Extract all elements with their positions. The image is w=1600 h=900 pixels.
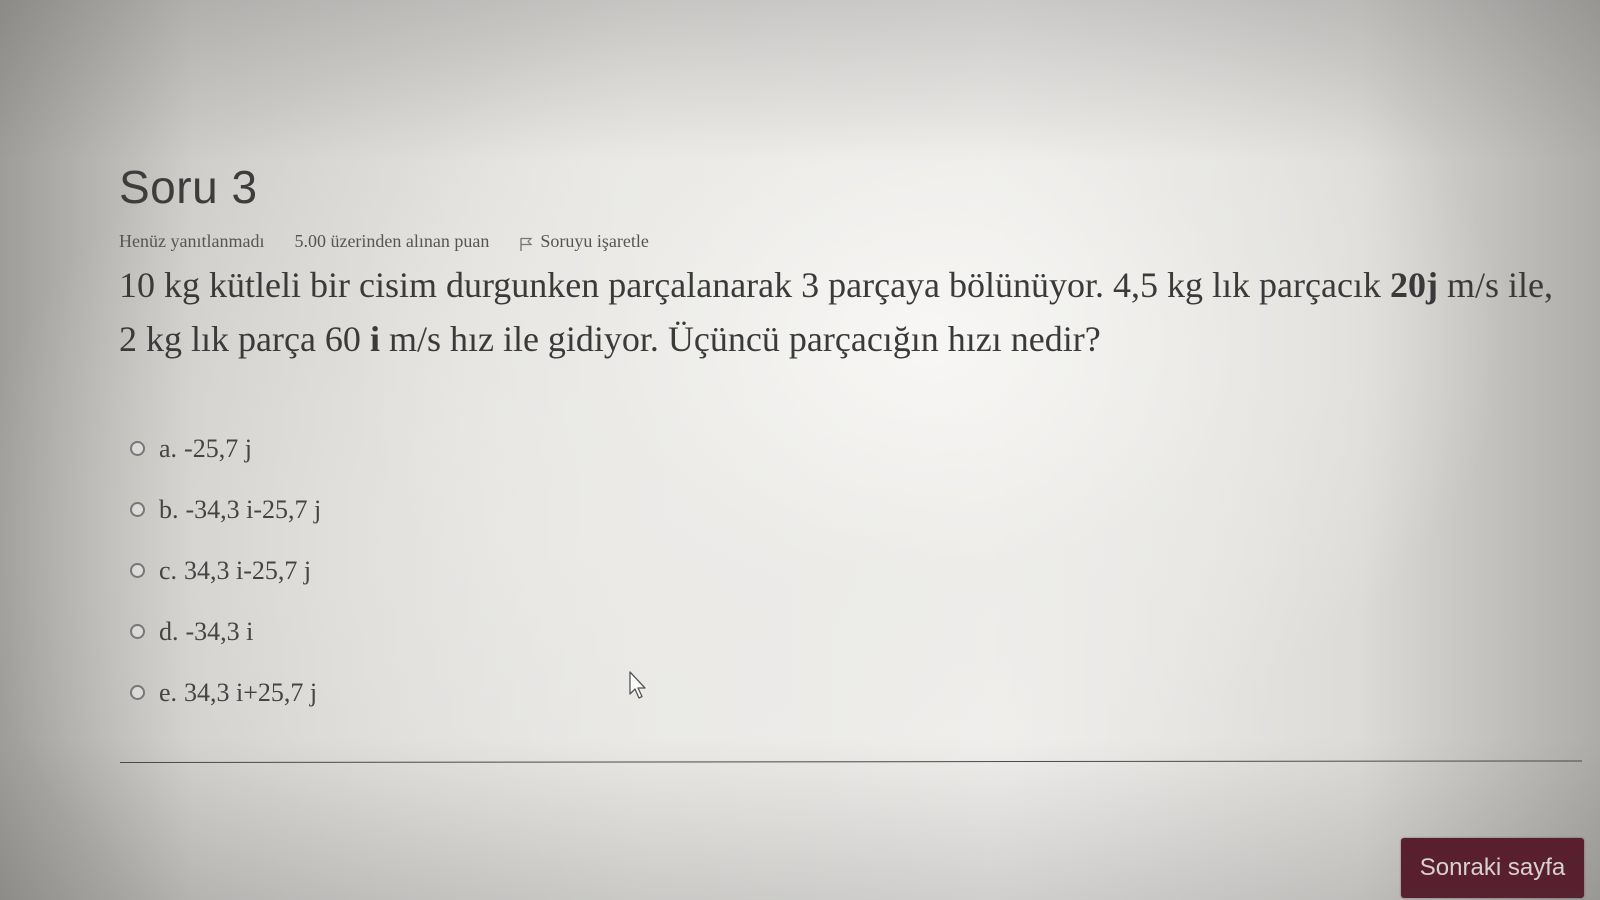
answer-letter: c. (159, 555, 178, 585)
answer-option-d[interactable]: d. -34,3 i (130, 601, 321, 662)
answer-letter: d. (159, 616, 179, 646)
answer-options: a. -25,7 j b. -34,3 i-25,7 j c. 34,3 i-2… (130, 418, 321, 723)
question-text-part-1: 10 kg kütleli bir cisim durgunken parçal… (119, 265, 1390, 305)
question-info: Henüz yanıtlanmadı 5.00 üzerinden alınan… (119, 231, 649, 252)
radio-icon[interactable] (130, 563, 145, 578)
answer-value: -25,7 j (184, 433, 252, 463)
flag-icon (520, 237, 533, 251)
answer-option-e[interactable]: e. 34,3 i+25,7 j (130, 662, 321, 723)
answer-value: -34,3 i (185, 616, 254, 646)
flag-question-link[interactable]: Soruyu işaretle (519, 231, 649, 252)
radio-icon[interactable] (130, 624, 145, 639)
question-page: Soru 3 Henüz yanıtlanmadı 5.00 üzerinden… (0, 0, 1600, 900)
answer-option-b[interactable]: b. -34,3 i-25,7 j (130, 479, 321, 540)
radio-icon[interactable] (130, 685, 145, 700)
question-text: 10 kg kütleli bir cisim durgunken parçal… (119, 258, 1569, 366)
mouse-pointer-icon (629, 671, 646, 699)
answer-option-a[interactable]: a. -25,7 j (130, 418, 321, 479)
answer-option-c[interactable]: c. 34,3 i-25,7 j (130, 540, 321, 601)
question-state: Henüz yanıtlanmadı (119, 231, 265, 251)
next-page-button[interactable]: Sonraki sayfa (1401, 838, 1584, 898)
answer-letter: b. (159, 494, 179, 524)
answer-letter: e. (159, 677, 178, 707)
answer-letter: a. (159, 433, 178, 463)
question-text-vector-i: i (369, 319, 380, 359)
radio-icon[interactable] (130, 502, 145, 517)
question-title: Soru 3 (119, 161, 258, 213)
answer-value: 34,3 i-25,7 j (184, 555, 312, 585)
answer-value: 34,3 i+25,7 j (184, 677, 318, 707)
question-text-vector-j: 20j (1389, 265, 1438, 305)
question-text-part-3: m/s hız ile gidiyor. Üçüncü parçacığın h… (379, 319, 1101, 359)
flag-question-label: Soruyu işaretle (540, 231, 649, 251)
radio-icon[interactable] (130, 441, 145, 456)
answer-value: -34,3 i-25,7 j (185, 494, 322, 524)
divider (119, 760, 1582, 763)
question-grade: 5.00 üzerinden alınan puan (294, 231, 490, 251)
